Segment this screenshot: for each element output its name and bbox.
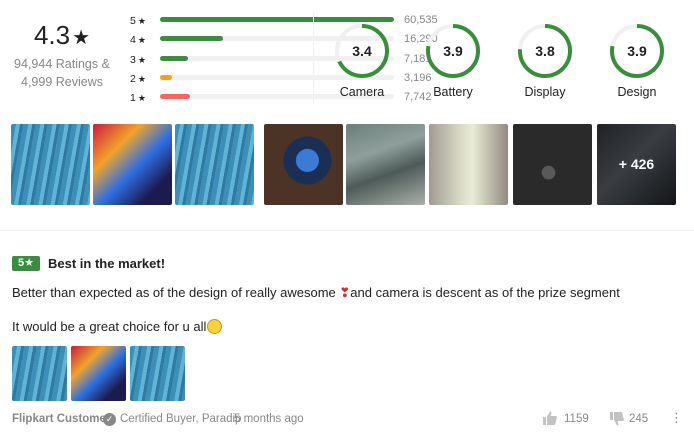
gallery-more-photos[interactable]: + 426 [597, 124, 676, 205]
aspect-label: Battery [433, 85, 473, 99]
rating-level: 1 [130, 92, 136, 105]
review-title: Best in the market! [48, 256, 166, 271]
review-text-part: Better than expected as of the design of… [12, 285, 340, 300]
gallery-photo[interactable] [93, 124, 172, 205]
aspect-ring: 3.4 [334, 23, 390, 79]
star-icon: ★ [137, 16, 146, 26]
review-body-line-1: Better than expected as of the design of… [12, 285, 620, 301]
rating-level: 2 [130, 72, 136, 85]
star-icon: ★ [137, 35, 146, 46]
star-icon: ★ [137, 54, 146, 65]
review-text-part: It would be a great choice for u all [12, 319, 207, 334]
aspect-score: 3.9 [443, 43, 463, 59]
gallery-photo[interactable] [11, 124, 90, 205]
rating-bar-fill [160, 94, 191, 100]
gallery-photo[interactable] [513, 124, 592, 205]
gallery-photo[interactable] [346, 124, 425, 205]
star-icon: ★ [24, 257, 34, 269]
dislike-count: 245 [629, 413, 649, 425]
rating-bar-fill [160, 17, 394, 22]
star-icon: ★ [137, 73, 146, 84]
aspect-score: 3.4 [352, 43, 372, 59]
aspect-score: 3.8 [535, 43, 555, 59]
review-text-part: and camera is descent as of the prize se… [350, 285, 620, 300]
aspect-display[interactable]: 3.8 Display [515, 23, 575, 99]
gallery-photo[interactable] [264, 124, 343, 205]
like-count: 1159 [564, 413, 589, 425]
aspect-ring: 3.9 [425, 23, 481, 79]
review-photo[interactable] [71, 346, 126, 401]
rating-level: 5 [130, 15, 136, 27]
rating-bar-fill [160, 36, 224, 42]
reviews-count: 4,999 Reviews [21, 75, 103, 89]
review-photo[interactable] [130, 346, 185, 401]
aspect-label: Camera [339, 85, 385, 99]
rating-bar-track [160, 17, 394, 22]
aspect-ring: 3.9 [609, 23, 665, 79]
overall-rating: 4.3 ★ 94,944 Ratings & 4,999 Reviews [10, 18, 114, 91]
smiley-emoji-icon [207, 319, 223, 334]
thumbs-up-icon[interactable] [542, 410, 558, 429]
thumbs-down-icon[interactable] [609, 411, 625, 430]
aspect-label: Display [524, 85, 566, 99]
rating-distribution: 5 ★ 60,535 4 ★ 16,290 3 ★ 7,181 2 ★ 3,196 1 ★… [128, 12, 438, 108]
review-footer: Flipkart Customer ✓ Certified Buyer, Par… [12, 410, 688, 430]
rating-level: 3 [130, 53, 136, 66]
rating-row-3: 3 ★ 7,181 [128, 51, 432, 70]
review-time: 5 months ago [234, 413, 304, 425]
rating-row-1: 1 ★ 7,742 [128, 89, 432, 108]
more-photos-count: + 426 [597, 124, 676, 205]
gallery-photo[interactable] [429, 124, 508, 205]
rating-bar-fill [160, 74, 172, 80]
certified-check-icon: ✓ [103, 413, 116, 426]
aspect-ring: 3.8 [517, 23, 573, 79]
star-icon: ★ [72, 27, 91, 49]
ratings-count: 94,944 Ratings & [14, 57, 110, 71]
reviewer-name: Flipkart Customer [12, 413, 111, 425]
rating-row-5: 5 ★ 60,535 [128, 12, 438, 31]
certified-buyer-label: Certified Buyer, Paradip [120, 413, 242, 425]
aspect-label: Design [617, 85, 657, 99]
aspect-battery[interactable]: 3.9 Battery [423, 23, 483, 99]
rating-level: 4 [130, 34, 136, 47]
heart-emoji-icon: ❣ [339, 285, 351, 300]
review-body-line-2: It would be a great choice for u all [12, 319, 223, 334]
gallery-photo[interactable] [175, 124, 254, 205]
aspect-score: 3.9 [627, 43, 647, 59]
review-rating-badge: 5★ [12, 256, 40, 271]
aspect-camera[interactable]: 3.4 Camera [332, 23, 392, 99]
summary-divider [313, 12, 314, 104]
rating-row-2: 2 ★ 3,196 [128, 70, 432, 89]
star-icon: ★ [137, 93, 146, 104]
aspect-design[interactable]: 3.9 Design [607, 23, 667, 99]
section-divider [0, 230, 694, 231]
rating-row-4: 4 ★ 16,290 [128, 31, 438, 50]
review-photo[interactable] [12, 346, 67, 401]
rating-bar-fill [160, 55, 189, 61]
more-options-icon[interactable]: ⋮ [670, 410, 683, 426]
average-rating-value: 4.3 [33, 20, 71, 50]
